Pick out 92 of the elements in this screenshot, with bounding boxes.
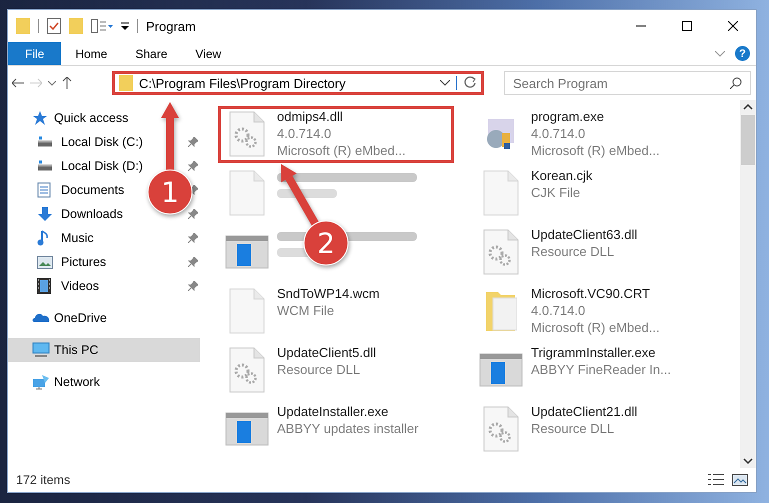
window-icon <box>225 412 269 446</box>
nav-item[interactable]: Pictures <box>8 250 112 274</box>
gears-file-icon <box>483 406 519 452</box>
film-icon <box>37 278 51 294</box>
nav-item[interactable]: Local Disk (C:) <box>8 130 149 154</box>
gears-file-icon <box>229 347 265 393</box>
search-field[interactable]: Search Program <box>504 71 751 95</box>
details-view-icon[interactable] <box>708 474 724 485</box>
file-name: SndToWP14.wcm <box>277 286 380 301</box>
file-detail: WCM File <box>277 303 336 318</box>
dropdown-icon[interactable] <box>121 21 129 31</box>
caret-icon[interactable] <box>440 80 450 86</box>
blank-file-icon <box>229 288 265 334</box>
file-name: UpdateClient63.dll <box>531 227 638 242</box>
down-arrow-icon <box>37 206 53 222</box>
file-detail: 4.0.714.0 <box>531 126 586 141</box>
file-detail: ABBYY FineReader In... <box>531 362 671 377</box>
maximize-icon <box>682 21 692 31</box>
ribbon-tab[interactable]: View <box>181 42 236 65</box>
chevron-icon[interactable] <box>715 50 725 56</box>
item-count: 172 items <box>16 473 70 487</box>
properties-icon[interactable] <box>91 19 113 33</box>
file-name: UpdateClient5.dll <box>277 345 376 360</box>
nav-item[interactable]: OneDrive <box>8 306 113 330</box>
close-icon <box>728 21 738 31</box>
file-name: Microsoft.VC90.CRT <box>531 286 651 301</box>
nav-item[interactable]: Local Disk (D:) <box>8 154 149 178</box>
program-icon <box>486 118 516 150</box>
window-title: Program <box>146 18 196 34</box>
file-detail: Microsoft (R) eMbed... <box>277 143 406 158</box>
ribbon-tab[interactable]: File <box>8 42 62 65</box>
file-detail: Resource DLL <box>277 362 362 377</box>
folder-icon <box>119 75 133 91</box>
nav-item[interactable]: Videos <box>8 274 105 298</box>
pin-icon[interactable] <box>188 137 198 147</box>
up-icon[interactable] <box>62 77 72 89</box>
nav-item[interactable]: Network <box>8 370 106 394</box>
file-name: UpdateClient21.dll <box>531 404 638 419</box>
large-icons-view-icon[interactable] <box>732 474 748 486</box>
network-icon <box>32 374 50 390</box>
scroll-thumb[interactable] <box>741 115 755 165</box>
file-detail: Resource DLL <box>531 421 616 436</box>
file-detail: ABBYY updates installer <box>277 421 418 436</box>
cloud-icon <box>32 313 50 323</box>
folder-icon <box>485 291 517 331</box>
pin-icon[interactable] <box>188 281 198 291</box>
pin-icon[interactable] <box>188 257 198 267</box>
pin-icon[interactable] <box>188 209 198 219</box>
file-detail: Microsoft (R) eMbed... <box>531 320 660 335</box>
drive-icon <box>37 160 53 172</box>
nav-item[interactable]: Music <box>8 226 100 250</box>
minimize-icon <box>636 25 646 27</box>
pin-icon[interactable] <box>188 161 198 171</box>
file-detail: Resource DLL <box>531 244 616 259</box>
drive-icon <box>37 136 53 148</box>
history-caret-icon[interactable] <box>48 80 56 86</box>
back-icon[interactable] <box>12 78 24 88</box>
star-icon <box>32 110 48 126</box>
picture-icon <box>37 256 53 268</box>
blank-file-icon <box>229 170 265 216</box>
monitor-icon <box>32 342 50 358</box>
file-name: UpdateInstaller.exe <box>277 404 390 419</box>
file-name: Korean.cjk <box>531 168 592 183</box>
help-button[interactable]: ? <box>735 46 750 61</box>
nav-item[interactable]: Quick access <box>8 106 134 130</box>
ribbon-tab[interactable]: Home <box>61 42 122 65</box>
ribbon-tab[interactable]: Share <box>121 42 182 65</box>
file-item[interactable]: odmips4.dll 4.0.714.0 Microsoft (R) eMbed... <box>218 106 454 163</box>
nav-item[interactable]: This PC <box>8 338 200 362</box>
gears-file-icon <box>483 229 519 275</box>
file-name: program.exe <box>531 109 605 124</box>
nav-item[interactable]: Downloads <box>8 202 129 226</box>
file-detail: CJK File <box>531 185 582 200</box>
file-detail: 4.0.714.0 <box>277 126 332 141</box>
window-icon <box>479 353 523 387</box>
window-icon <box>225 235 269 269</box>
file-name: odmips4.dll <box>277 109 344 124</box>
file-name: TrigrammInstaller.exe <box>531 345 656 360</box>
nav-item[interactable]: Documents <box>8 178 130 202</box>
file-detail: 4.0.714.0 <box>531 303 586 318</box>
document-icon <box>37 182 51 198</box>
search-icon[interactable] <box>730 77 742 89</box>
pin-icon[interactable] <box>188 233 198 243</box>
callout-badge: 1 <box>148 170 192 214</box>
music-note-icon <box>37 230 49 246</box>
callout-badge: 2 <box>304 220 348 266</box>
gears-file-icon <box>229 111 265 157</box>
file-detail: Microsoft (R) eMbed... <box>531 143 660 158</box>
address-field[interactable]: C:\Program Files\Program Directory <box>112 71 484 95</box>
blank-file-icon <box>483 170 519 216</box>
scrollbar[interactable] <box>740 100 756 468</box>
checklist-icon[interactable] <box>47 18 61 34</box>
